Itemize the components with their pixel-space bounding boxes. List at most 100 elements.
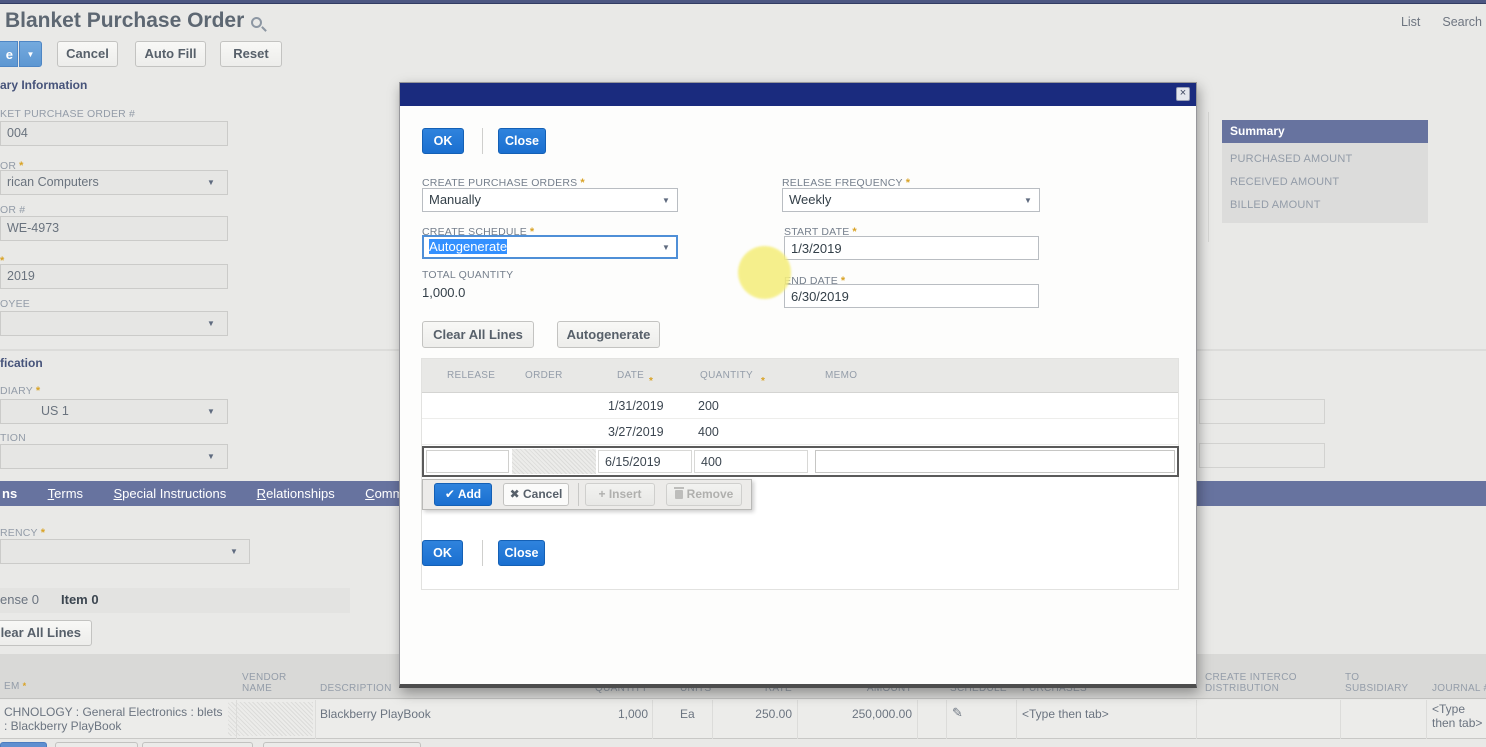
cancel-button[interactable]: Cancel — [57, 41, 118, 67]
add-row-button[interactable]: ✔ Add — [434, 483, 492, 506]
vendor-select[interactable]: rican Computers — [0, 170, 228, 195]
location-select[interactable] — [0, 444, 228, 469]
col-date: DATE — [617, 370, 644, 381]
cell-date: 3/27/2019 — [608, 425, 664, 439]
field-label-subsidiary: DIARY — [0, 385, 33, 397]
cell-purchases[interactable]: <Type then tab> — [1022, 707, 1109, 721]
currency-select[interactable] — [0, 539, 250, 564]
modal-ok-button-bottom[interactable]: OK — [422, 540, 463, 566]
right-bg-input[interactable] — [1199, 443, 1325, 468]
create-purchase-orders-select[interactable]: Manually — [422, 188, 678, 212]
cell-item: CHNOLOGY : General Electronics : blets :… — [4, 705, 229, 733]
required-asterisk: * — [41, 527, 45, 539]
right-bg-input[interactable] — [1199, 399, 1325, 424]
employee-select[interactable] — [0, 311, 228, 336]
schedule-edit-row[interactable] — [422, 446, 1179, 477]
top-navy-strip — [0, 0, 1486, 4]
field-label-bpo-number: KET PURCHASE ORDER # — [0, 108, 135, 120]
clear-all-lines-button[interactable]: Clear All Lines — [422, 321, 534, 348]
insert-row-button-disabled[interactable]: + Insert — [585, 483, 655, 506]
save-dropdown-button[interactable]: ▼ — [19, 41, 42, 67]
edit-date-input[interactable] — [598, 450, 692, 473]
label-total-quantity: TOTAL QUANTITY — [422, 269, 513, 281]
col-release: RELEASE — [447, 370, 495, 381]
cell-divider — [236, 700, 237, 739]
field-label-currency: RENCY — [0, 527, 38, 539]
tab-terms[interactable]: Terms — [48, 486, 83, 501]
end-date-input[interactable] — [784, 284, 1039, 308]
create-po-schedule-modal: × OK Close CREATE PURCHASE ORDERS* Manua… — [399, 82, 1197, 688]
summary-row-purchased-amount: PURCHASED AMOUNT — [1230, 153, 1420, 165]
subsidiary-select[interactable]: US 1 — [0, 399, 228, 424]
create-schedule-select-focused[interactable]: Autogenerate — [422, 235, 678, 259]
summary-row-billed-amount: BILLED AMOUNT — [1230, 199, 1420, 211]
vendor-number-input[interactable]: WE-4973 — [0, 216, 228, 241]
cell-journal[interactable]: <Type then tab> — [1432, 702, 1486, 730]
bottom-button-top-blue[interactable] — [0, 742, 47, 747]
start-date-input[interactable] — [784, 236, 1039, 260]
modal-close-button-bottom[interactable]: Close — [498, 540, 545, 566]
cell-divider — [315, 700, 316, 739]
col-memo: MEMO — [825, 370, 857, 381]
click-highlight-circle — [738, 246, 791, 299]
cancel-row-button[interactable]: ✖ Cancel — [503, 483, 569, 506]
col-item: EM — [4, 681, 20, 692]
col-to-subsidiary: TO SUBSIDIARY — [1345, 672, 1415, 694]
list-link[interactable]: List — [1401, 15, 1420, 29]
save-button-partial[interactable]: e — [0, 41, 18, 67]
clear-all-lines-button-bg[interactable]: lear All Lines — [0, 620, 92, 646]
bottom-button-top[interactable] — [263, 742, 421, 747]
tab-special-instructions[interactable]: Special Instructions — [113, 486, 226, 501]
bottom-button-top[interactable] — [55, 742, 138, 747]
subtab-item[interactable]: Item 0 — [61, 592, 99, 607]
cell-divider — [1196, 700, 1197, 739]
summary-divider-line — [1208, 112, 1209, 242]
cell-units: Ea — [680, 707, 695, 721]
search-icon[interactable] — [251, 17, 262, 28]
modal-close-x-button[interactable]: × — [1176, 87, 1190, 101]
edit-schedule-pencil-icon[interactable]: ✎ — [952, 705, 963, 721]
schedule-row[interactable]: 1/31/2019 200 — [422, 393, 1178, 419]
col-description: DESCRIPTION — [320, 683, 392, 694]
edit-quantity-input[interactable] — [694, 450, 808, 473]
schedule-row[interactable]: 3/27/2019 400 — [422, 419, 1178, 445]
col-journal: JOURNAL # — [1432, 683, 1486, 694]
cell-divider — [1016, 700, 1017, 739]
summary-body: PURCHASED AMOUNT RECEIVED AMOUNT BILLED … — [1222, 143, 1428, 223]
subtab-expense[interactable]: ense 0 — [0, 592, 39, 607]
edit-order-cell-locked — [512, 449, 596, 474]
search-link[interactable]: Search — [1442, 15, 1482, 29]
date-input[interactable]: 2019 — [0, 264, 228, 289]
modal-title-bar[interactable]: × — [400, 83, 1196, 106]
item-table-row[interactable]: CHNOLOGY : General Electronics : blets :… — [0, 700, 1486, 739]
check-icon: ✔ — [445, 487, 455, 501]
cell-divider — [797, 700, 798, 739]
button-divider — [482, 540, 483, 566]
remove-row-button-disabled[interactable]: Remove — [666, 483, 742, 506]
auto-fill-button[interactable]: Auto Fill — [135, 41, 206, 67]
bottom-button-top[interactable] — [142, 742, 253, 747]
chevron-down-icon: ▼ — [1024, 196, 1189, 205]
col-order: ORDER — [525, 370, 563, 381]
field-label-vendor-number: OR # — [0, 204, 25, 216]
section-classification: fication — [0, 356, 43, 370]
tab-items[interactable]: ns — [2, 486, 17, 501]
cell-rate: 250.00 — [718, 707, 792, 721]
modal-ok-button-top[interactable]: OK — [422, 128, 464, 154]
edit-release-input[interactable] — [426, 450, 509, 473]
cell-divider — [1426, 700, 1427, 739]
modal-close-button-top[interactable]: Close — [498, 128, 546, 154]
reset-button[interactable]: Reset — [220, 41, 282, 67]
bpo-number-input[interactable]: 004 — [0, 121, 228, 146]
col-create-interco-distribution: CREATE INTERCO DISTRIBUTION — [1205, 672, 1325, 694]
release-frequency-select[interactable]: Weekly — [782, 188, 1040, 212]
required-asterisk: * — [36, 385, 40, 397]
edit-memo-input[interactable] — [815, 450, 1175, 473]
autogenerate-button[interactable]: Autogenerate — [557, 321, 660, 348]
tab-relationships[interactable]: Relationships — [257, 486, 335, 501]
required-asterisk: * — [23, 681, 27, 691]
cell-divider — [917, 700, 918, 739]
section-primary-information: ary Information — [0, 78, 87, 92]
field-label-employee: OYEE — [0, 298, 30, 310]
total-quantity-value: 1,000.0 — [422, 285, 465, 300]
